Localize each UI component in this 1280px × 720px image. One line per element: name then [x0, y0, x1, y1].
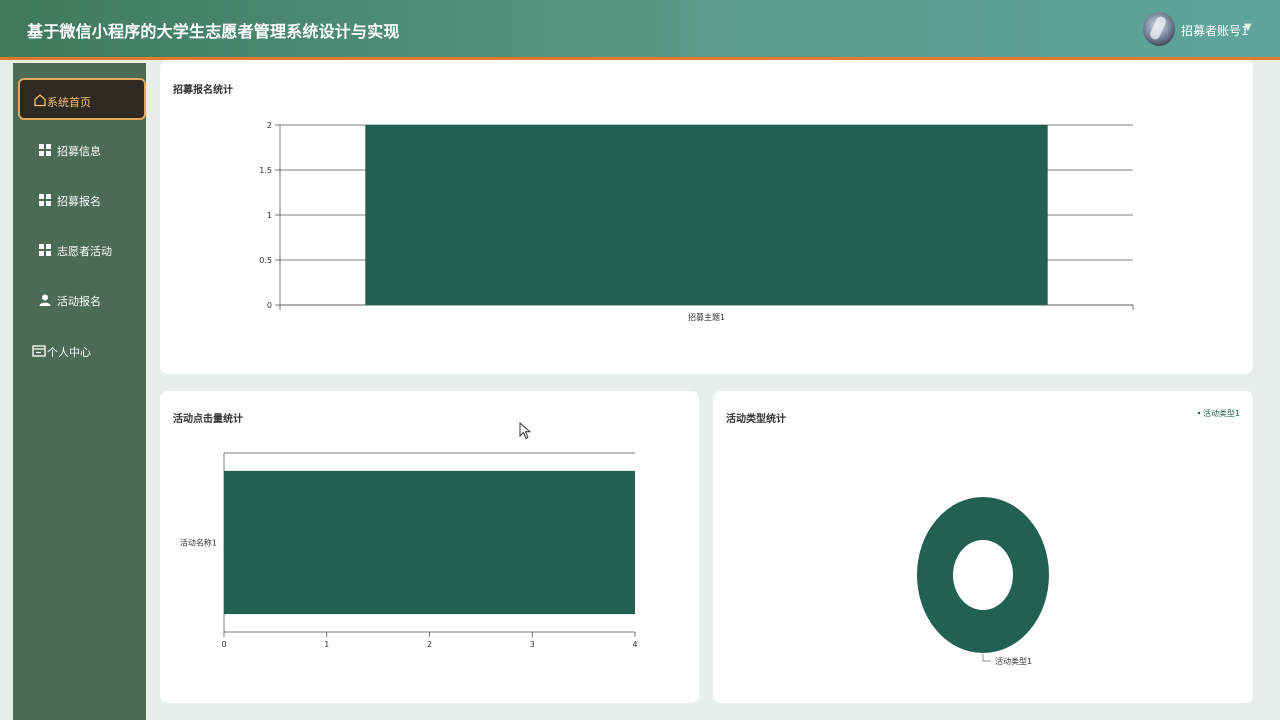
- cursor-icon: [519, 422, 531, 440]
- x-tick-label: 1: [324, 640, 329, 649]
- grid-icon: [39, 144, 51, 156]
- bar: [365, 125, 1048, 305]
- sidebar-item-activity-signup[interactable]: 活动报名: [13, 281, 146, 321]
- account-name[interactable]: 招募者账号1: [1181, 22, 1249, 39]
- recruit-bar-chart: 0 0.5 1 1.5 2 招募主题1: [259, 121, 1134, 322]
- activity-types-card: 活动类型统计 活动类型1 活动类型1: [713, 391, 1253, 703]
- sidebar-item-label: 活动报名: [57, 295, 101, 308]
- y-tick-label: 1.5: [259, 166, 272, 175]
- recruit-stats-card: 招募报名统计 0 0.5 1 1.5 2 招募主题1: [160, 60, 1253, 374]
- activity-clicks-chart: 0 1 2 3 4 活动名称1: [180, 452, 638, 649]
- bar: [224, 470, 635, 615]
- x-tick-label: 2: [427, 640, 432, 649]
- y-tick-label: 2: [267, 121, 272, 130]
- grid-icon: [39, 244, 51, 256]
- legend-marker: [1197, 411, 1201, 415]
- sidebar-item-label: 招募信息: [57, 145, 101, 158]
- sidebar-item-volunteer-activity[interactable]: 志愿者活动: [13, 231, 146, 271]
- sidebar-item-personal-center[interactable]: 个人中心: [13, 332, 146, 372]
- sidebar-item-home[interactable]: 系统首页: [18, 78, 146, 120]
- activity-clicks-card: 活动点击量统计 0 1 2 3 4 活动名称1: [160, 391, 699, 703]
- sidebar-item-label: 志愿者活动: [57, 245, 112, 258]
- x-tick-label: 3: [530, 640, 535, 649]
- x-tick-label: 4: [632, 640, 637, 649]
- pie-slice-label: 活动类型1: [995, 656, 1032, 666]
- sidebar-item-label: 系统首页: [47, 96, 91, 109]
- user-icon: [39, 294, 51, 306]
- sidebar-item-recruit-info[interactable]: 招募信息: [13, 131, 146, 171]
- sidebar-item-label: 个人中心: [47, 346, 91, 359]
- home-icon: [34, 94, 46, 107]
- sidebar: 系统首页 招募信息 招募报名 志愿者活动 活动报名 个人中心: [13, 63, 146, 720]
- top-header: 基于微信小程序的大学生志愿者管理系统设计与实现 招募者账号1 ▼: [0, 0, 1280, 60]
- app-title: 基于微信小程序的大学生志愿者管理系统设计与实现: [27, 22, 400, 41]
- y-tick-label: 0.5: [259, 256, 272, 265]
- pie-label-leader: [982, 654, 991, 662]
- chevron-down-icon[interactable]: ▼: [1244, 22, 1252, 33]
- avatar[interactable]: [1143, 12, 1175, 46]
- sidebar-item-recruit-signup[interactable]: 招募报名: [13, 181, 146, 221]
- y-tick-label: 1: [267, 211, 272, 220]
- y-tick-label: 0: [267, 301, 272, 310]
- pie-slice: [917, 496, 1049, 654]
- x-tick-label: 0: [221, 640, 226, 649]
- id-card-icon: [32, 345, 46, 357]
- legend-entry: 活动类型1: [1203, 408, 1240, 418]
- y-tick-label: 活动名称1: [180, 538, 217, 548]
- x-tick-label: 招募主题1: [688, 312, 725, 322]
- grid-icon: [39, 194, 51, 206]
- activity-types-pie-chart: 活动类型1 活动类型1: [917, 408, 1240, 666]
- sidebar-item-label: 招募报名: [57, 195, 101, 208]
